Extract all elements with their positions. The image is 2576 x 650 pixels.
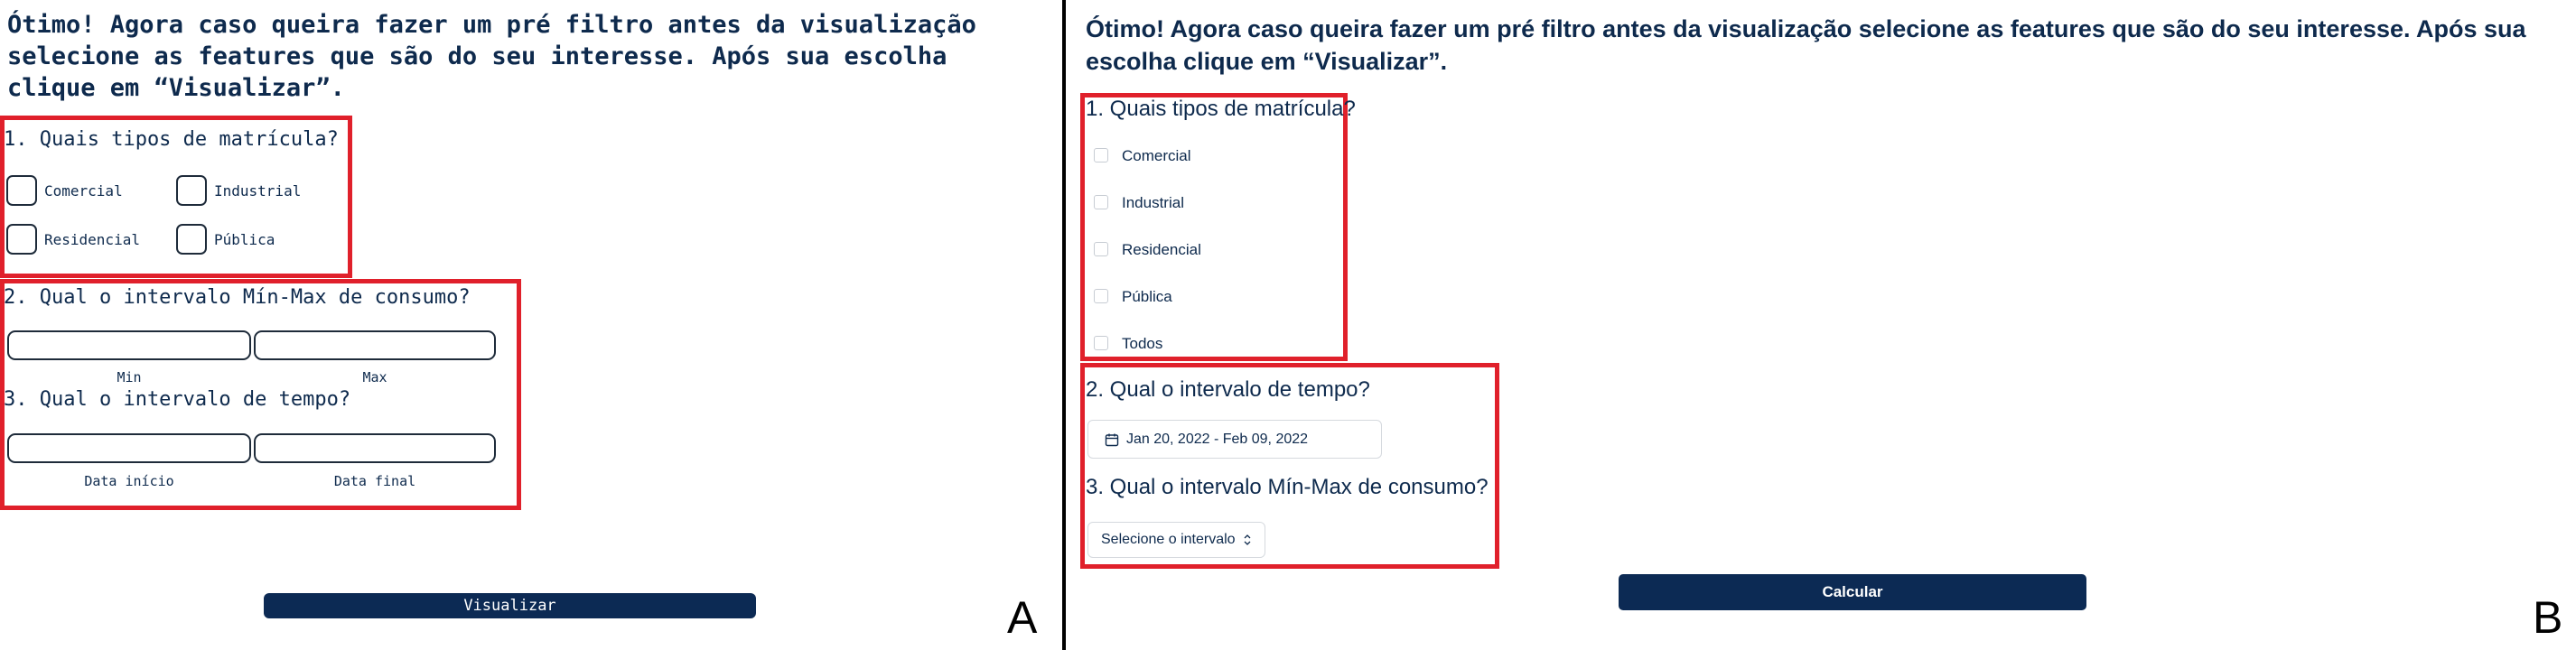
question-2-label: 2. Qual o intervalo Mín-Max de consumo? [4,286,471,309]
date-range-picker[interactable]: Jan 20, 2022 - Feb 09, 2022 [1087,420,1382,459]
panel-a: Ótimo! Agora caso queira fazer um pré fi… [0,0,1062,650]
panel-b: Ótimo! Agora caso queira fazer um pré fi… [1071,0,2576,650]
end-date-label: Data final [333,473,416,489]
panel-letter-b: B [2533,592,2563,643]
question-2-label: 2. Qual o intervalo de tempo? [1086,377,1370,402]
intro-text: Ótimo! Agora caso queira fazer um pré fi… [1086,15,2526,75]
checkbox-label-industrial: Industrial [214,182,302,200]
checkbox-publica[interactable] [1094,289,1108,303]
max-consumption-input[interactable] [254,330,496,360]
panel-letter-a: A [1007,592,1038,643]
max-label: Max [362,369,387,385]
checkbox-comercial[interactable] [6,175,37,206]
checkbox-label-industrial: Industrial [1122,194,1184,211]
calendar-icon [1105,433,1119,446]
start-date-label: Data início [84,473,174,489]
checkbox-comercial[interactable] [1094,148,1108,162]
checkbox-label-publica: Pública [1122,288,1172,305]
intro-text: Ótimo! Agora caso queira fazer um pré fi… [7,11,976,102]
checkbox-residencial[interactable] [1094,242,1108,256]
consumption-interval-select[interactable]: Selecione o intervalo [1087,522,1265,558]
checkbox-industrial[interactable] [176,175,207,206]
panel-divider [1062,0,1066,650]
start-date-input[interactable] [7,433,251,463]
select-value: Selecione o intervalo [1101,532,1236,547]
checkbox-todos[interactable] [1094,336,1108,350]
end-date-input[interactable] [254,433,496,463]
checkbox-label-todos: Todos [1122,335,1163,352]
min-consumption-input[interactable] [7,330,251,360]
highlight-box-q1 [1080,93,1348,361]
checkbox-label-comercial: Comercial [1122,147,1191,164]
question-1-label: 1. Quais tipos de matrícula? [1086,97,1356,121]
checkbox-residencial[interactable] [6,224,37,255]
visualizar-button[interactable]: Visualizar [264,593,756,618]
question-3-label: 3. Qual o intervalo Mín-Max de consumo? [1086,475,1489,499]
checkbox-publica[interactable] [176,224,207,255]
chevron-updown-icon [1244,534,1251,545]
checkbox-label-publica: Pública [214,231,275,248]
min-label: Min [117,369,142,385]
checkbox-label-residencial: Residencial [1122,241,1201,258]
checkbox-label-residencial: Residencial [44,231,140,248]
question-1-label: 1. Quais tipos de matrícula? [4,128,339,151]
checkbox-industrial[interactable] [1094,195,1108,209]
date-range-value: Jan 20, 2022 - Feb 09, 2022 [1126,431,1309,447]
checkbox-label-comercial: Comercial [44,182,123,200]
calcular-button[interactable]: Calcular [1619,574,2086,610]
question-3-label: 3. Qual o intervalo de tempo? [4,388,351,411]
